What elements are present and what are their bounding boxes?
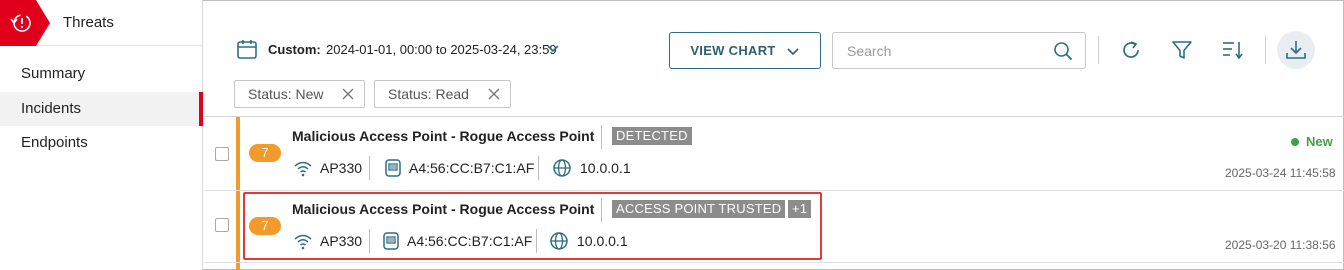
filter-chip-status-new: Status: New: [234, 80, 365, 108]
incident-timestamp: 2025-03-24 11:45:58: [1225, 166, 1336, 180]
sidebar-item-endpoints[interactable]: Endpoints: [0, 126, 203, 160]
sidebar-title: Threats: [63, 14, 114, 31]
row-divider: [204, 262, 1344, 263]
row-divider: [204, 190, 1344, 191]
close-icon[interactable]: [342, 88, 354, 100]
status-label: New: [1306, 134, 1333, 149]
close-icon[interactable]: [488, 88, 500, 100]
search-icon[interactable]: [1053, 41, 1073, 61]
filter-chip-label: Status: Read: [388, 86, 469, 102]
ip-address: 10.0.0.1: [580, 160, 631, 176]
toolbar-divider: [1098, 36, 1099, 64]
threats-logo-icon: [0, 0, 50, 46]
incident-timestamp: 2025-03-20 11:38:56: [1225, 238, 1336, 252]
sort-icon[interactable]: [1221, 38, 1245, 62]
meta-divider: [538, 156, 539, 180]
meta-divider: [369, 156, 370, 180]
status-tag: DETECTED: [612, 127, 692, 145]
view-chart-label: VIEW CHART: [690, 43, 776, 58]
list-divider: [204, 116, 1344, 117]
row-checkbox[interactable]: [215, 147, 229, 161]
chevron-down-icon[interactable]: [545, 40, 561, 56]
severity-badge: 7: [249, 144, 281, 162]
date-range-value[interactable]: 2024-01-01, 00:00 to 2025-03-24, 23:59: [326, 42, 557, 57]
row-checkbox[interactable]: [215, 218, 229, 232]
sidebar-item-incidents[interactable]: Incidents: [0, 92, 203, 126]
download-button[interactable]: [1277, 31, 1315, 69]
filter-icon[interactable]: [1170, 38, 1194, 62]
globe-icon: [553, 159, 571, 177]
search-box[interactable]: [832, 32, 1086, 69]
highlight-box: [243, 192, 822, 260]
device-icon: [385, 159, 401, 177]
incident-title[interactable]: Malicious Access Point - Rogue Access Po…: [292, 128, 594, 144]
chevron-down-icon: [787, 47, 799, 55]
calendar-icon[interactable]: [236, 38, 258, 60]
view-chart-button[interactable]: VIEW CHART: [669, 32, 821, 69]
sidebar: Threats Summary Incidents Endpoints: [0, 0, 203, 270]
download-icon: [1286, 41, 1306, 59]
sidebar-item-summary[interactable]: Summary: [0, 57, 203, 91]
filter-chip-label: Status: New: [248, 86, 324, 102]
refresh-icon[interactable]: [1119, 38, 1143, 62]
search-input[interactable]: [847, 41, 1047, 61]
date-range-label[interactable]: Custom:: [268, 42, 321, 57]
severity-bar: [236, 117, 240, 270]
mac-address: A4:56:CC:B7:C1:AF: [409, 160, 535, 176]
title-divider: [601, 125, 602, 149]
access-point-name: AP330: [320, 160, 363, 176]
wifi-icon: [294, 161, 312, 177]
status-new-dot: [1291, 138, 1299, 146]
sidebar-header: Threats: [0, 0, 203, 46]
filter-chip-status-read: Status: Read: [374, 80, 511, 108]
toolbar-divider: [1265, 36, 1266, 64]
